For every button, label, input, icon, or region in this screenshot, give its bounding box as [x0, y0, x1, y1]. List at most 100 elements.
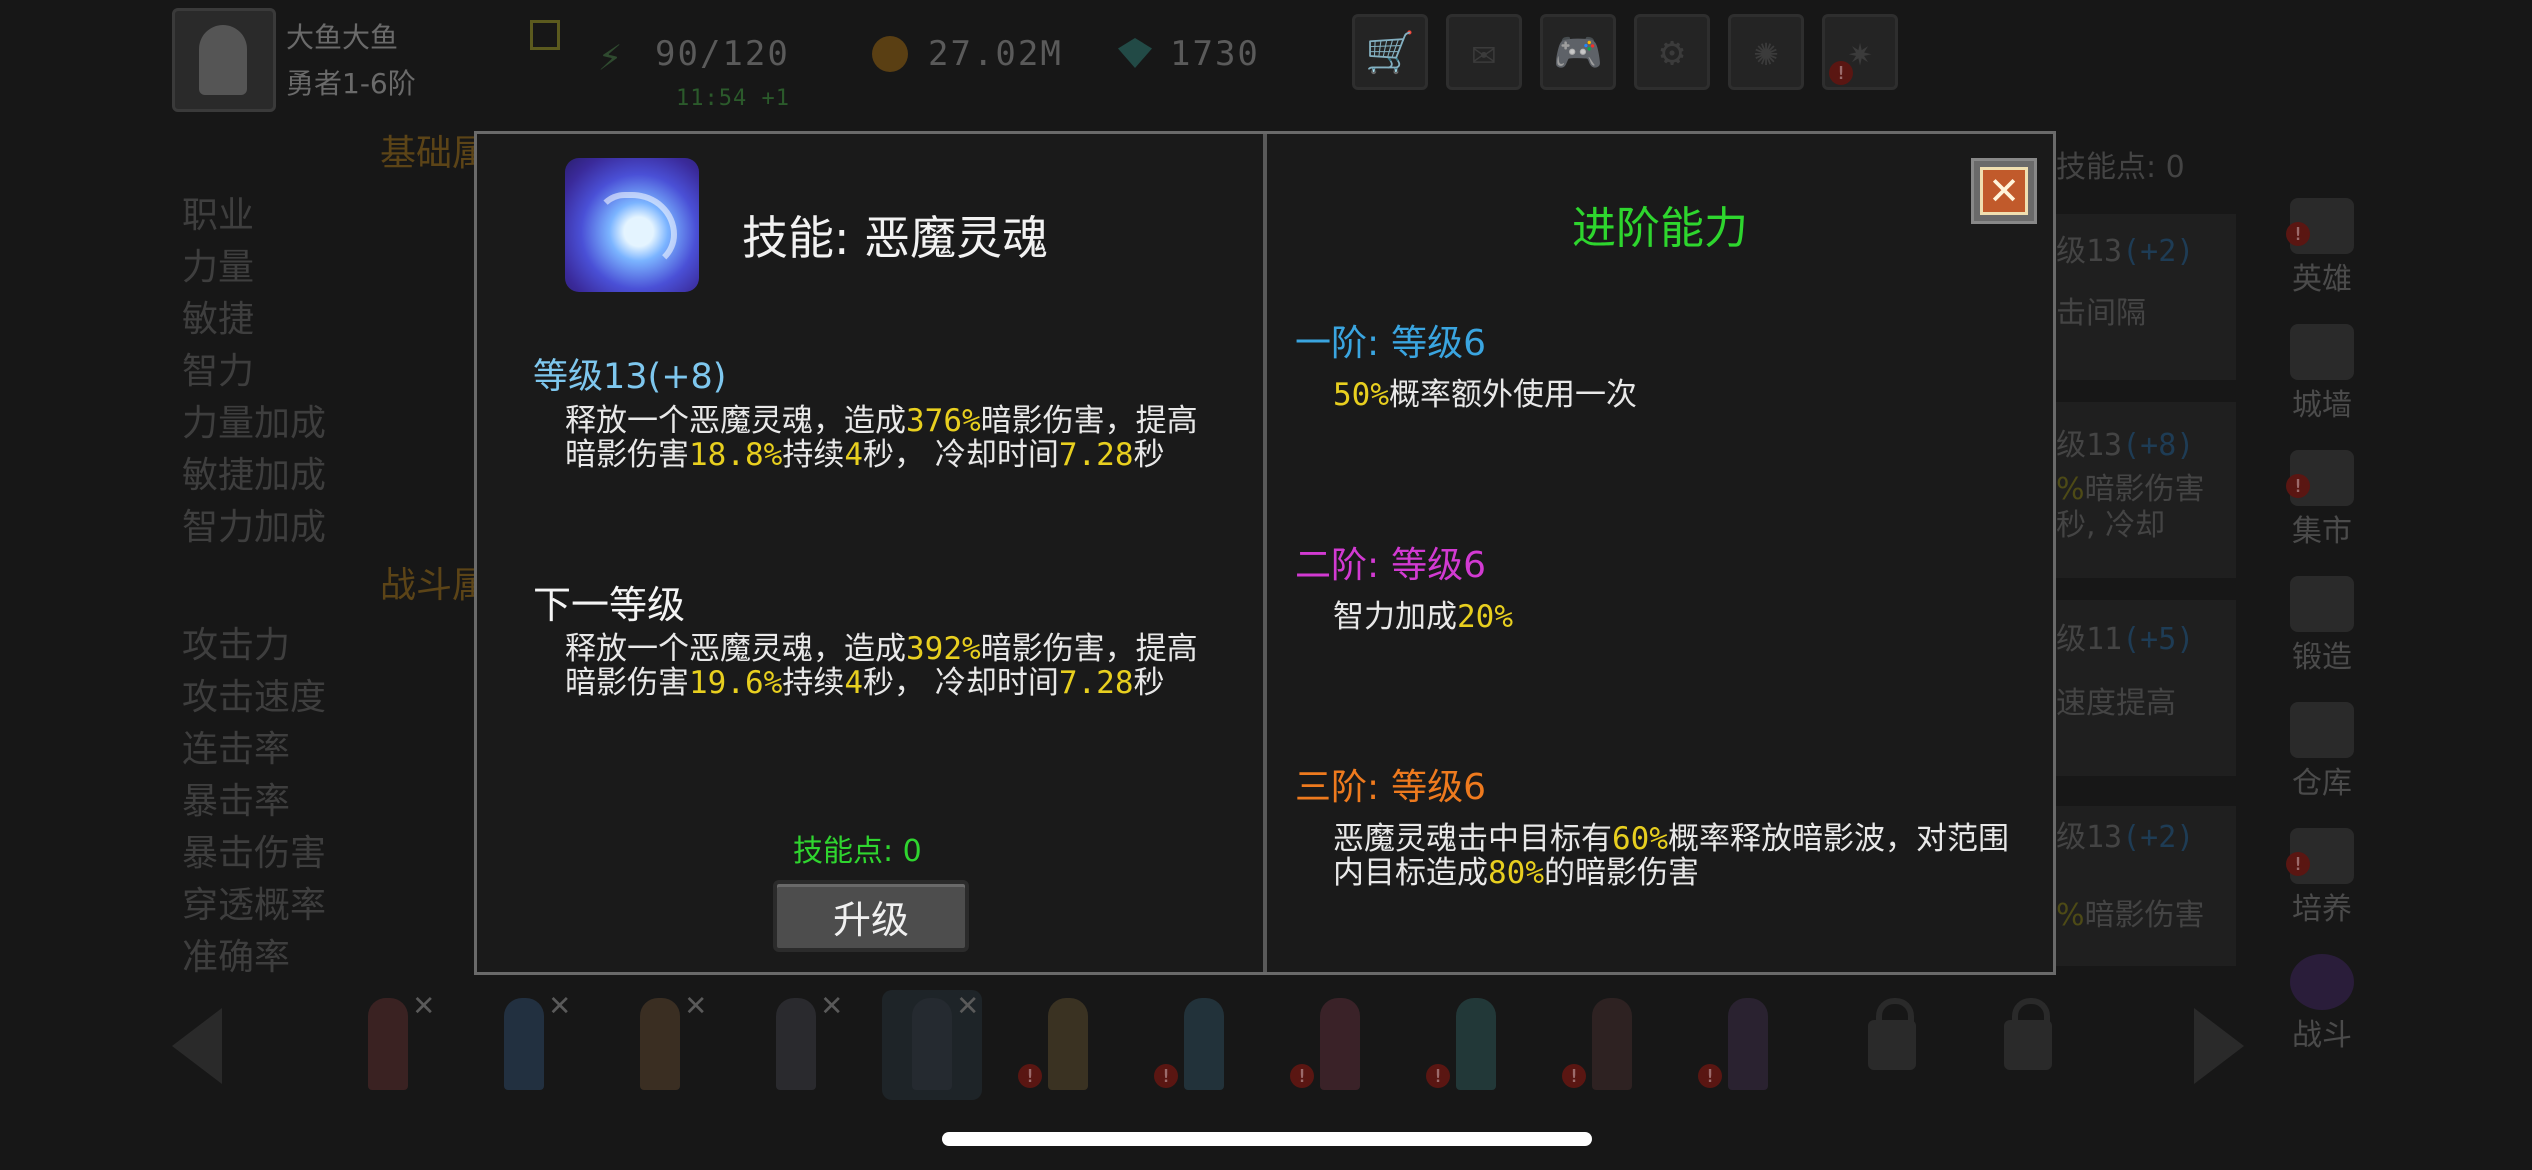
- hero-portrait: [640, 998, 680, 1090]
- next-page-arrow-icon[interactable]: [2194, 1008, 2244, 1084]
- advanced-ability-title: 进阶能力: [1572, 203, 1748, 254]
- player-avatar[interactable]: [172, 8, 276, 112]
- stat-label: 力量加成: [182, 403, 327, 444]
- warehouse-icon: [2290, 702, 2354, 758]
- hero-slot-locked[interactable]: [1978, 990, 2078, 1100]
- sidebar-item-battle[interactable]: 战斗: [2272, 948, 2372, 1060]
- bg-card-text: %暗影伤害: [2056, 898, 2205, 933]
- bg-card-text: 速度提高: [2056, 686, 2176, 721]
- hero-slot[interactable]: ✕: [746, 984, 846, 1100]
- bg-skill-points: 技能点: 0: [2056, 150, 2185, 185]
- hero-slot[interactable]: ✕: [474, 984, 574, 1100]
- stat-label: 攻击速度: [182, 677, 327, 718]
- bg-card-text: 秒, 冷却: [2056, 508, 2166, 543]
- bg-card-level: 级13(+2): [2056, 234, 2195, 269]
- hero-portrait: [1592, 998, 1632, 1090]
- close-icon[interactable]: ✕: [958, 984, 978, 1024]
- sidebar-item-wall[interactable]: 城墙: [2272, 318, 2372, 430]
- tier-2-heading: 二阶: 等级6: [1295, 545, 1487, 586]
- gem-icon: [1118, 38, 1152, 68]
- bg-card-level: 级13(+2): [2056, 820, 2195, 855]
- wall-icon: [2290, 324, 2354, 380]
- wheel-button[interactable]: ✺: [1728, 14, 1804, 90]
- sidebar-item-label: 培养: [2292, 892, 2352, 927]
- next-level-heading: 下一等级: [533, 583, 686, 627]
- demon-soul-skill-icon: [565, 158, 699, 292]
- stat-label: 攻击力: [182, 625, 291, 666]
- mail-button[interactable]: ✉: [1446, 14, 1522, 90]
- hero-portrait: [912, 998, 952, 1090]
- alert-badge: !: [2286, 222, 2310, 246]
- gamepad-icon: 🎮: [1553, 29, 1603, 76]
- pinwheel-icon: ✺: [1753, 29, 1779, 75]
- event-button[interactable]: ✷ !: [1822, 14, 1898, 90]
- hero-slot[interactable]: !: [1018, 990, 1118, 1100]
- alert-badge: !: [1426, 1064, 1450, 1088]
- edit-name-icon[interactable]: [530, 20, 560, 50]
- prev-page-arrow-icon[interactable]: [172, 1008, 222, 1084]
- sidebar-item-label: 战斗: [2292, 1018, 2352, 1053]
- upgrade-button[interactable]: 升级: [773, 880, 969, 952]
- stat-label: 暴击伤害: [182, 833, 327, 874]
- stat-label: 力量: [182, 247, 255, 288]
- mail-icon: ✉: [1471, 29, 1497, 75]
- hero-portrait: [504, 998, 544, 1090]
- shop-cart-button[interactable]: 🛒: [1352, 14, 1428, 90]
- current-level-description: 释放一个恶魔灵魂，造成376%暗影伤害，提高暗影伤害18.8%持续4秒， 冷却时…: [565, 403, 1198, 473]
- sidebar-item-market[interactable]: ! 集市: [2272, 444, 2372, 556]
- skill-detail-dialog: 技能: 恶魔灵魂 等级13(+8) 释放一个恶魔灵魂，造成376%暗影伤害，提高…: [474, 131, 2056, 975]
- gamepad-button[interactable]: 🎮: [1540, 14, 1616, 90]
- anvil-icon: [2290, 576, 2354, 632]
- stat-label: 穿透概率: [182, 885, 327, 926]
- close-icon[interactable]: ✕: [414, 984, 434, 1024]
- combat-attributes-title: 战斗属: [380, 565, 489, 606]
- top-bar: 大鱼大鱼 勇者1-6阶 ⚡ 90/120 11:54 +1 27.02M 173…: [0, 0, 2532, 120]
- hero-slot-selected[interactable]: ✕: [882, 984, 982, 1100]
- hero-slot[interactable]: !: [1698, 990, 1798, 1100]
- gear-icon: ⚙: [1659, 29, 1685, 75]
- hero-portrait: [1320, 998, 1360, 1090]
- portal-icon: [2290, 954, 2354, 1010]
- stat-label: 敏捷: [182, 299, 255, 340]
- hero-slot[interactable]: ✕: [338, 984, 438, 1100]
- gold-coin-icon: [872, 36, 908, 72]
- close-icon[interactable]: ✕: [822, 984, 842, 1024]
- gold-value: 27.02M: [928, 34, 1063, 74]
- stat-label: 智力加成: [182, 507, 327, 548]
- hero-slot[interactable]: !: [1562, 990, 1662, 1100]
- hero-slot[interactable]: !: [1154, 990, 1254, 1100]
- hero-portrait: [776, 998, 816, 1090]
- sidebar-item-forge[interactable]: 锻造: [2272, 570, 2372, 682]
- energy-timer: 11:54 +1: [676, 86, 790, 111]
- hero-portrait: [1456, 998, 1496, 1090]
- alert-badge: !: [2286, 474, 2310, 498]
- sidebar-item-hero[interactable]: ! 英雄: [2272, 192, 2372, 304]
- close-icon[interactable]: ✕: [550, 984, 570, 1024]
- close-button[interactable]: ✕: [1971, 158, 2037, 224]
- sidebar-item-label: 锻造: [2292, 640, 2352, 675]
- tier-3-heading: 三阶: 等级6: [1295, 767, 1487, 808]
- energy-value: 90/120: [655, 34, 790, 74]
- skill-title: 技能: 恶魔灵魂: [742, 211, 1049, 265]
- stat-label: 准确率: [182, 937, 291, 978]
- hero-slot[interactable]: !: [1426, 990, 1526, 1100]
- skill-info-pane: 技能: 恶魔灵魂 等级13(+8) 释放一个恶魔灵魂，造成376%暗影伤害，提高…: [477, 134, 1267, 972]
- hero-slot[interactable]: !: [1290, 990, 1390, 1100]
- hero-slot-locked[interactable]: [1842, 990, 1942, 1100]
- hero-portrait: [1048, 998, 1088, 1090]
- alert-badge: !: [1154, 1064, 1178, 1088]
- sidebar-item-train[interactable]: ! 培养: [2272, 822, 2372, 934]
- home-indicator[interactable]: [942, 1132, 1592, 1146]
- sidebar-item-warehouse[interactable]: 仓库: [2272, 696, 2372, 808]
- stat-label: 智力: [182, 351, 255, 392]
- lock-icon: [1868, 998, 1916, 1070]
- hero-slot[interactable]: ✕: [610, 984, 710, 1100]
- hero-portrait: [1184, 998, 1224, 1090]
- close-icon[interactable]: ✕: [686, 984, 706, 1024]
- player-name: 大鱼大鱼: [286, 21, 399, 54]
- settings-button[interactable]: ⚙: [1634, 14, 1710, 90]
- alert-badge: !: [1698, 1064, 1722, 1088]
- hero-portrait: [1728, 998, 1768, 1090]
- sidebar-item-label: 城墙: [2292, 388, 2352, 423]
- current-level: 等级13(+8): [533, 357, 727, 397]
